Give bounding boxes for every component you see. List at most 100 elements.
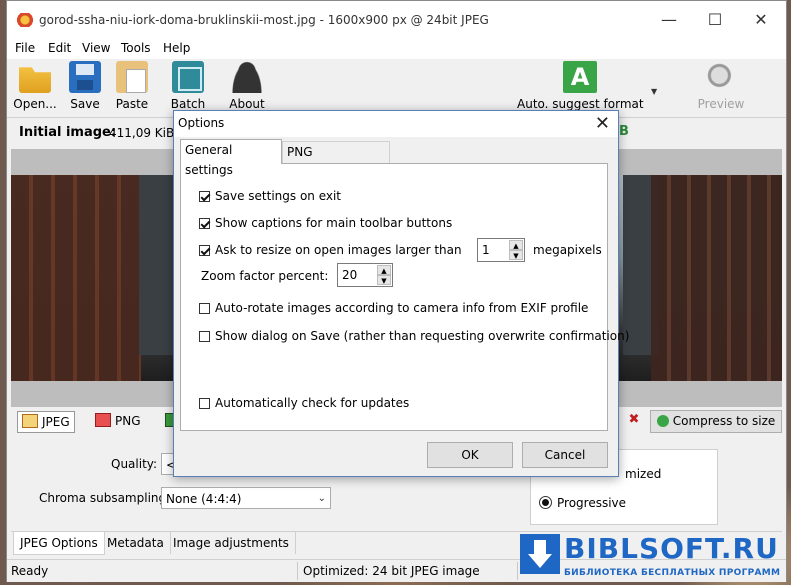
photo-building-left bbox=[11, 175, 141, 381]
paste-button[interactable]: Paste bbox=[111, 61, 153, 113]
compress-label: Compress to size bbox=[672, 414, 776, 428]
ok-button[interactable]: OK bbox=[427, 442, 513, 468]
watermark-subtitle: БИБЛИОТЕКА БЕСПЛАТНЫХ ПРОГРАММ bbox=[564, 568, 781, 578]
magnifier-icon bbox=[705, 61, 737, 93]
folder-open-icon bbox=[19, 67, 51, 93]
tab-jpeg-label: JPEG bbox=[42, 415, 70, 429]
menu-tools[interactable]: Tools bbox=[121, 41, 151, 55]
status-separator bbox=[517, 562, 518, 580]
show-captions-option[interactable]: Show captions for main toolbar buttons bbox=[199, 216, 452, 230]
spin-down-icon[interactable]: ▼ bbox=[377, 275, 391, 285]
dialog-tabs: General settings PNG Performance bbox=[180, 139, 612, 179]
tab-png[interactable]: PNG bbox=[91, 411, 145, 431]
auto-rotate-option[interactable]: Auto-rotate images according to camera i… bbox=[199, 301, 588, 315]
show-captions-checkbox[interactable] bbox=[199, 218, 210, 229]
tab-general-settings[interactable]: General settings bbox=[180, 139, 282, 177]
jpeg-icon bbox=[22, 414, 38, 428]
menu-help[interactable]: Help bbox=[163, 41, 190, 55]
megapixels-spinner[interactable]: 1 ▲ ▼ bbox=[477, 238, 525, 262]
status-ready: Ready bbox=[11, 564, 49, 578]
megapixels-label: megapixels bbox=[533, 243, 602, 257]
batch-button[interactable]: Batch bbox=[167, 61, 209, 113]
about-button[interactable]: About bbox=[223, 61, 271, 113]
title-bar: gorod-ssha-niu-iork-doma-bruklinskii-mos… bbox=[7, 1, 786, 39]
spinner-buttons[interactable]: ▲ ▼ bbox=[377, 265, 391, 285]
floppy-disk-icon bbox=[69, 61, 101, 93]
auto-check-updates-label: Automatically check for updates bbox=[215, 396, 410, 410]
dialog-title-bar: Options ✕ bbox=[174, 111, 618, 137]
tab-metadata[interactable]: Metadata bbox=[101, 532, 171, 554]
compress-icon bbox=[656, 415, 669, 427]
spin-up-icon[interactable]: ▲ bbox=[377, 265, 391, 275]
save-settings-option[interactable]: Save settings on exit bbox=[199, 189, 341, 203]
download-arrow-icon bbox=[520, 534, 560, 574]
dialog-close-button[interactable]: ✕ bbox=[595, 113, 610, 134]
quality-label: Quality: bbox=[111, 457, 158, 471]
compress-to-size-button[interactable]: Compress to size bbox=[650, 410, 782, 433]
optimized-fragment: mized bbox=[625, 467, 662, 481]
preview-label: Preview bbox=[697, 97, 745, 111]
close-button[interactable]: ✕ bbox=[741, 7, 781, 33]
user-icon bbox=[231, 61, 263, 93]
zoom-factor-label: Zoom factor percent: bbox=[201, 269, 329, 283]
save-button[interactable]: Save bbox=[65, 61, 105, 113]
general-settings-panel: Save settings on exit Show captions for … bbox=[180, 163, 629, 431]
maximize-button[interactable]: ☐ bbox=[695, 7, 735, 33]
tab-jpeg[interactable]: JPEG bbox=[17, 411, 75, 433]
photo-building-right bbox=[651, 175, 782, 381]
save-label: Save bbox=[70, 97, 100, 111]
status-optimized: Optimized: 24 bit JPEG image bbox=[303, 564, 480, 578]
menu-view[interactable]: View bbox=[82, 41, 110, 55]
window-title: gorod-ssha-niu-iork-doma-bruklinskii-mos… bbox=[39, 13, 489, 27]
auto-suggest-label: Auto. suggest format bbox=[517, 97, 644, 111]
auto-check-updates-option[interactable]: Automatically check for updates bbox=[199, 396, 409, 410]
ask-resize-option[interactable]: Ask to resize on open images larger than bbox=[199, 243, 462, 257]
batch-label: Batch bbox=[170, 97, 206, 111]
spin-up-icon[interactable]: ▲ bbox=[509, 240, 523, 250]
status-separator bbox=[297, 562, 298, 580]
megapixels-value: 1 bbox=[482, 243, 490, 257]
initial-image-size: 411,09 KiB bbox=[109, 126, 175, 140]
watermark: BIBLSOFT.RU БИБЛИОТЕКА БЕСПЛАТНЫХ ПРОГРА… bbox=[520, 532, 782, 582]
zoom-factor-value: 20 bbox=[342, 268, 358, 282]
progressive-radio[interactable] bbox=[539, 496, 552, 509]
show-dialog-checkbox[interactable] bbox=[199, 331, 210, 342]
menu-file[interactable]: File bbox=[15, 41, 35, 55]
open-label: Open... bbox=[13, 97, 57, 111]
ask-resize-checkbox[interactable] bbox=[199, 245, 210, 256]
progressive-option[interactable]: Progressive bbox=[539, 496, 626, 510]
main-toolbar: Open... Save Paste Batch About A Auto. s… bbox=[7, 59, 786, 115]
remove-icon[interactable]: ✖ bbox=[627, 413, 641, 427]
chevron-down-icon[interactable]: ▼ bbox=[651, 87, 657, 96]
batch-icon bbox=[172, 61, 204, 93]
chevron-down-icon: ⌄ bbox=[317, 493, 326, 504]
auto-suggest-format-button[interactable]: A Auto. suggest format bbox=[517, 61, 644, 113]
menu-edit[interactable]: Edit bbox=[48, 41, 71, 55]
zoom-factor-spinner[interactable]: 20 ▲ ▼ bbox=[337, 263, 393, 287]
preview-button[interactable]: Preview bbox=[697, 61, 745, 113]
show-dialog-option[interactable]: Show dialog on Save (rather than request… bbox=[199, 329, 629, 343]
tab-png-performance[interactable]: PNG Performance bbox=[282, 141, 390, 179]
minimize-button[interactable]: — bbox=[649, 7, 689, 33]
spinner-buttons[interactable]: ▲ ▼ bbox=[509, 240, 523, 260]
spin-down-icon[interactable]: ▼ bbox=[509, 250, 523, 260]
save-settings-label: Save settings on exit bbox=[215, 189, 342, 203]
ask-resize-label: Ask to resize on open images larger than bbox=[215, 243, 462, 257]
tab-jpeg-options[interactable]: JPEG Options bbox=[13, 532, 105, 555]
chroma-subsampling-select[interactable]: None (4:4:4) ⌄ bbox=[161, 487, 331, 509]
tab-image-adjustments[interactable]: Image adjustments bbox=[167, 532, 296, 554]
about-label: About bbox=[229, 97, 265, 111]
menu-bar: File Edit View Tools Help bbox=[7, 39, 786, 59]
tab-png-label: PNG bbox=[115, 414, 141, 428]
auto-rotate-checkbox[interactable] bbox=[199, 303, 210, 314]
watermark-title: BIBLSOFT.RU bbox=[564, 532, 779, 565]
open-button[interactable]: Open... bbox=[11, 61, 59, 113]
clipboard-icon bbox=[116, 61, 148, 93]
show-captions-label: Show captions for main toolbar buttons bbox=[215, 216, 453, 230]
png-icon bbox=[95, 413, 111, 427]
cancel-button[interactable]: Cancel bbox=[522, 442, 608, 468]
optimized-size-fragment: B bbox=[619, 124, 629, 139]
save-settings-checkbox[interactable] bbox=[199, 191, 210, 202]
auto-check-updates-checkbox[interactable] bbox=[199, 398, 210, 409]
chroma-value: None (4:4:4) bbox=[166, 492, 242, 506]
